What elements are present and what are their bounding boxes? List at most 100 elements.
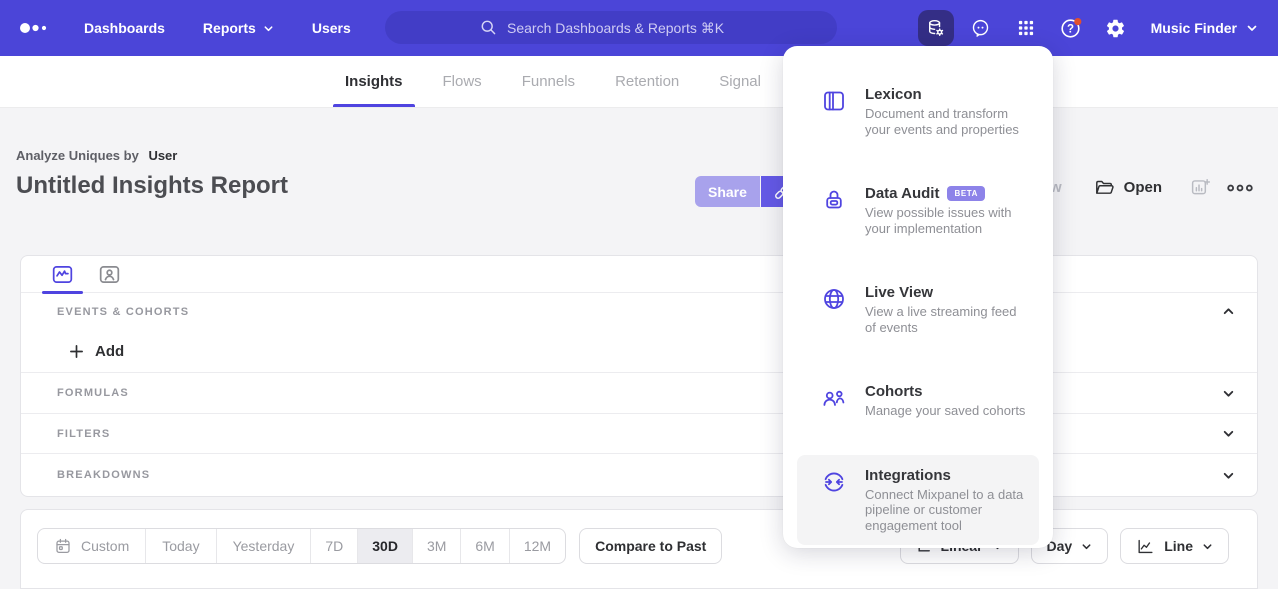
range-30d[interactable]: 30D xyxy=(357,529,412,563)
add-label: Add xyxy=(95,343,124,360)
chevron-down-icon xyxy=(1202,541,1213,552)
menu-item-title: Integrations xyxy=(865,467,951,484)
top-navigation: Dashboards Reports Users xyxy=(0,0,1278,56)
query-builder-card: EVENTS & COHORTS Add FORMULAS FILTERS BR… xyxy=(20,255,1258,497)
menu-item-lexicon[interactable]: Lexicon Document and transform your even… xyxy=(797,74,1039,149)
globe-icon xyxy=(821,286,847,312)
tab-flows[interactable]: Flows xyxy=(443,56,482,107)
menu-item-data-audit[interactable]: Data Audit BETA View possible issues wit… xyxy=(797,173,1039,248)
chevron-down-icon xyxy=(1081,541,1092,552)
sync-arrows-icon xyxy=(821,469,847,495)
chart-icon xyxy=(51,263,74,286)
global-search[interactable] xyxy=(385,11,837,44)
range-3m[interactable]: 3M xyxy=(412,529,460,563)
tab-insights[interactable]: Insights xyxy=(345,56,403,107)
chevron-up-icon[interactable] xyxy=(1222,305,1235,318)
feedback-chat-button[interactable] xyxy=(963,10,999,46)
chevron-down-icon xyxy=(1246,22,1258,34)
nav-reports[interactable]: Reports xyxy=(203,20,274,36)
people-icon xyxy=(821,385,847,411)
report-tabbar: Insights Flows Funnels Retention Signal … xyxy=(0,56,1278,108)
menu-item-title: Live View xyxy=(865,284,933,301)
search-icon xyxy=(480,19,497,36)
mixpanel-logo-icon[interactable] xyxy=(18,14,52,42)
breakdowns-label: BREAKDOWNS xyxy=(57,469,150,481)
nav-users-label: Users xyxy=(312,20,351,36)
project-name: Music Finder xyxy=(1151,20,1237,36)
person-icon xyxy=(98,263,121,286)
report-header: Analyze Uniques by User Untitled Insight… xyxy=(16,148,288,200)
chart-type-label: Line xyxy=(1164,538,1193,554)
tab-signal[interactable]: Signal xyxy=(719,56,761,107)
events-cohorts-label: EVENTS & COHORTS xyxy=(57,306,189,318)
menu-item-cohorts[interactable]: Cohorts Manage your saved cohorts xyxy=(797,371,1039,431)
range-custom[interactable]: Custom xyxy=(38,529,145,563)
header-actions: New Open xyxy=(1031,177,1254,198)
svg-text:?: ? xyxy=(1067,24,1074,36)
analyze-line: Analyze Uniques by User xyxy=(16,148,288,163)
profiles-view-tab[interactable] xyxy=(98,256,121,293)
chart-controls-bar: Custom Today Yesterday 7D 30D 3M 6M 12M … xyxy=(20,509,1258,589)
add-to-board-icon[interactable] xyxy=(1190,177,1211,198)
menu-item-title: Lexicon xyxy=(865,86,922,103)
range-7d[interactable]: 7D xyxy=(310,529,357,563)
lexicon-book-icon xyxy=(821,88,847,114)
add-event-button[interactable]: Add xyxy=(69,343,124,360)
data-management-button[interactable] xyxy=(918,10,954,46)
range-yesterday[interactable]: Yesterday xyxy=(216,529,311,563)
line-chart-icon xyxy=(1136,537,1155,556)
menu-item-live-view[interactable]: Live View View a live streaming feed of … xyxy=(797,272,1039,347)
menu-item-description: Manage your saved cohorts xyxy=(865,403,1029,419)
nav-dashboards[interactable]: Dashboards xyxy=(84,20,165,36)
open-label: Open xyxy=(1124,179,1162,196)
range-today[interactable]: Today xyxy=(145,529,215,563)
chart-type-dropdown[interactable]: Line xyxy=(1120,528,1229,564)
chevron-down-icon[interactable] xyxy=(1222,387,1235,400)
formulas-section[interactable]: FORMULAS xyxy=(21,373,1257,414)
tab-funnels[interactable]: Funnels xyxy=(522,56,575,107)
open-report-button[interactable]: Open xyxy=(1094,177,1162,198)
range-12m[interactable]: 12M xyxy=(509,529,565,563)
nav-reports-label: Reports xyxy=(203,20,256,36)
calendar-icon xyxy=(54,537,72,555)
more-options-icon[interactable] xyxy=(1226,183,1254,193)
date-range-segmented: Custom Today Yesterday 7D 30D 3M 6M 12M xyxy=(37,528,566,564)
range-custom-label: Custom xyxy=(81,538,129,554)
menu-item-title: Data Audit xyxy=(865,185,939,202)
filters-label: FILTERS xyxy=(57,428,110,440)
menu-item-description: View a live streaming feed of events xyxy=(865,304,1029,335)
plus-icon xyxy=(69,344,84,359)
events-view-tab[interactable] xyxy=(51,256,74,293)
nav-dashboards-label: Dashboards xyxy=(84,20,165,36)
settings-gear-button[interactable] xyxy=(1098,10,1134,46)
range-6m[interactable]: 6M xyxy=(460,529,508,563)
project-switcher[interactable]: Music Finder xyxy=(1151,20,1264,36)
menu-item-integrations[interactable]: Integrations Connect Mixpanel to a data … xyxy=(797,455,1039,546)
share-button[interactable]: Share xyxy=(695,176,760,207)
menu-item-description: View possible issues with your implement… xyxy=(865,205,1029,236)
events-cohorts-section[interactable]: EVENTS & COHORTS xyxy=(21,293,1257,331)
menu-item-description: Connect Mixpanel to a data pipeline or c… xyxy=(865,487,1029,534)
add-event-row: Add xyxy=(21,331,1257,374)
help-button[interactable]: ? xyxy=(1053,10,1089,46)
formulas-label: FORMULAS xyxy=(57,387,129,399)
lock-icon xyxy=(821,187,847,213)
compare-to-past-button[interactable]: Compare to Past xyxy=(579,528,722,564)
analyze-label: Analyze Uniques by xyxy=(16,148,139,163)
page-title[interactable]: Untitled Insights Report xyxy=(16,172,288,200)
breakdowns-section[interactable]: BREAKDOWNS xyxy=(21,454,1257,496)
search-input[interactable] xyxy=(507,20,742,36)
nav-users[interactable]: Users xyxy=(312,20,351,36)
data-management-menu: Lexicon Document and transform your even… xyxy=(783,46,1053,548)
beta-badge: BETA xyxy=(947,186,985,201)
tab-retention[interactable]: Retention xyxy=(615,56,679,107)
menu-item-description: Document and transform your events and p… xyxy=(865,106,1029,137)
analyze-value[interactable]: User xyxy=(148,148,177,163)
chevron-down-icon[interactable] xyxy=(1222,427,1235,440)
menu-item-title: Cohorts xyxy=(865,383,923,400)
apps-grid-button[interactable] xyxy=(1008,10,1044,46)
query-view-tabs xyxy=(21,256,1257,293)
chevron-down-icon[interactable] xyxy=(1222,469,1235,482)
nav-links: Dashboards Reports Users xyxy=(84,20,351,36)
filters-section[interactable]: FILTERS xyxy=(21,414,1257,455)
